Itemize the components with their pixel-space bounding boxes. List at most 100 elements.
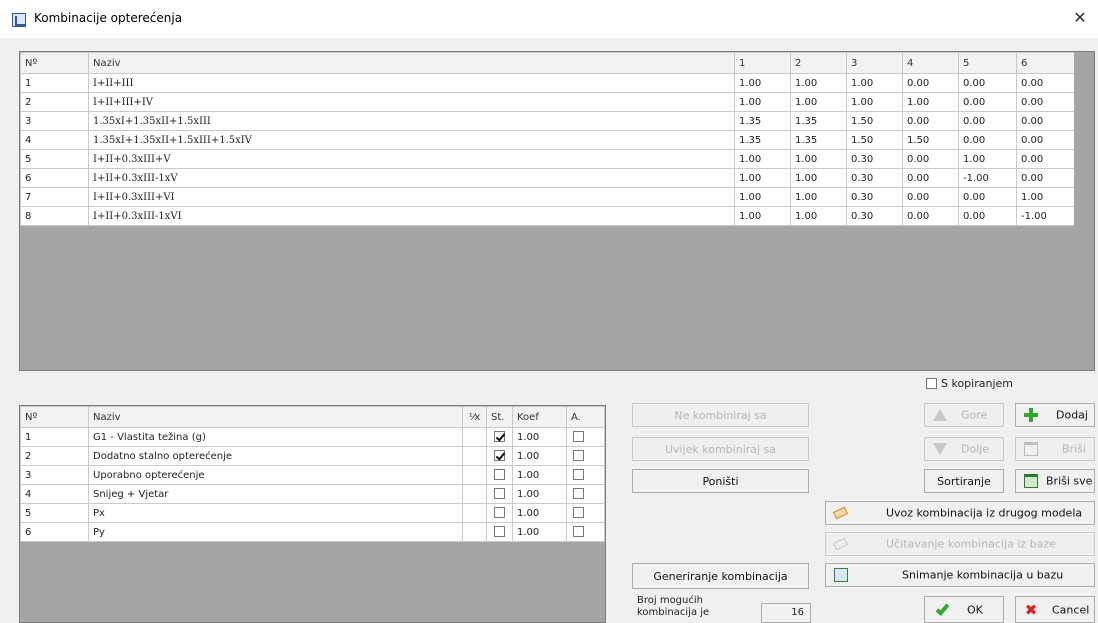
col-header-4[interactable]: 4 xyxy=(902,52,959,74)
table-row[interactable]: 8 I+II+0.3xIII-1xVI 1.00 1.00 0.30 0.00 … xyxy=(20,206,1075,226)
cell-factor[interactable]: 0.00 xyxy=(958,130,1017,150)
cell-a[interactable] xyxy=(566,427,605,447)
cell-koef[interactable]: 1.00 xyxy=(512,465,567,485)
brisi-button[interactable]: Briši xyxy=(1015,437,1095,461)
st-checkbox[interactable] xyxy=(494,450,505,462)
sortiranje-button[interactable]: Sortiranje xyxy=(924,469,1004,493)
table-row[interactable]: 5 I+II+0.3xIII+V 1.00 1.00 0.30 0.00 1.0… xyxy=(20,149,1075,169)
cell-naziv[interactable]: I+II+0.3xIII-1xVI xyxy=(88,206,735,226)
a-checkbox[interactable] xyxy=(573,507,584,519)
col-header-2[interactable]: 2 xyxy=(790,52,847,74)
cell-naziv[interactable]: I+II+III+IV xyxy=(88,92,735,112)
cell-no[interactable]: 1 xyxy=(20,427,89,447)
cell-factor[interactable]: 1.00 xyxy=(846,92,903,112)
cell-st[interactable] xyxy=(486,484,513,504)
cell-percent[interactable] xyxy=(462,427,487,447)
cell-percent[interactable] xyxy=(462,465,487,485)
cell-st[interactable] xyxy=(486,503,513,523)
cell-factor[interactable]: 1.00 xyxy=(790,73,847,93)
cell-naziv[interactable]: Uporabno opterećenje xyxy=(88,465,463,485)
col-header-3[interactable]: 3 xyxy=(846,52,903,74)
cell-factor[interactable]: -1.00 xyxy=(958,168,1017,188)
st-checkbox[interactable] xyxy=(494,507,505,519)
cell-naziv[interactable]: I+II+0.3xIII-1xV xyxy=(88,168,735,188)
cell-factor[interactable]: 0.00 xyxy=(902,168,959,188)
cell-factor[interactable]: 1.35 xyxy=(734,111,791,131)
cell-factor[interactable]: 0.00 xyxy=(1016,111,1075,131)
st-checkbox[interactable] xyxy=(494,526,505,538)
cell-no[interactable]: 3 xyxy=(20,465,89,485)
s-kopiranjem-checkbox[interactable] xyxy=(926,378,937,389)
a-checkbox[interactable] xyxy=(573,431,584,443)
cell-factor[interactable]: 0.00 xyxy=(1016,168,1075,188)
cell-factor[interactable]: 1.00 xyxy=(790,206,847,226)
col-header-5[interactable]: 5 xyxy=(958,52,1017,74)
cell-factor[interactable]: 1.00 xyxy=(790,187,847,207)
dodaj-button[interactable]: Dodaj xyxy=(1015,403,1095,427)
table-row[interactable]: 5 Px 1.00 xyxy=(20,503,605,523)
cell-no[interactable]: 4 xyxy=(20,130,89,150)
table-row[interactable]: 1 I+II+III 1.00 1.00 1.00 0.00 0.00 0.00 xyxy=(20,73,1075,93)
cell-naziv[interactable]: Dodatno stalno opterećenje xyxy=(88,446,463,466)
cell-koef[interactable]: 1.00 xyxy=(512,522,567,542)
cell-a[interactable] xyxy=(566,446,605,466)
cell-factor[interactable]: 0.00 xyxy=(902,149,959,169)
cell-naziv[interactable]: Px xyxy=(88,503,463,523)
cell-factor[interactable]: 1.00 xyxy=(790,149,847,169)
cell-no[interactable]: 5 xyxy=(20,149,89,169)
cell-naziv[interactable]: Py xyxy=(88,522,463,542)
cell-factor[interactable]: 1.00 xyxy=(790,168,847,188)
ucitavanje-kombinacija-button[interactable]: Učitavanje kombinacija iz baze xyxy=(825,532,1095,556)
dolje-button[interactable]: Dolje xyxy=(924,437,1004,461)
table-row[interactable]: 4 1.35xI+1.35xII+1.5xIII+1.5xIV 1.35 1.3… xyxy=(20,130,1075,150)
table-row[interactable]: 2 I+II+III+IV 1.00 1.00 1.00 1.00 0.00 0… xyxy=(20,92,1075,112)
cell-factor[interactable]: 1.00 xyxy=(734,149,791,169)
cell-st[interactable] xyxy=(486,446,513,466)
st-checkbox[interactable] xyxy=(494,431,505,443)
table-row[interactable]: 7 I+II+0.3xIII+VI 1.00 1.00 0.30 0.00 0.… xyxy=(20,187,1075,207)
cell-percent[interactable] xyxy=(462,503,487,523)
col-header-6[interactable]: 6 xyxy=(1016,52,1075,74)
brisi-sve-button[interactable]: Briši sve xyxy=(1015,469,1095,493)
cell-naziv[interactable]: I+II+0.3xIII+V xyxy=(88,149,735,169)
snimanje-kombinacija-button[interactable]: Snimanje kombinacija u bazu xyxy=(825,563,1095,587)
col-header-a[interactable]: A. xyxy=(566,406,605,428)
cell-factor[interactable]: 1.50 xyxy=(846,130,903,150)
cell-a[interactable] xyxy=(566,465,605,485)
cell-factor[interactable]: 1.00 xyxy=(734,73,791,93)
ok-button[interactable]: OK xyxy=(924,596,1004,623)
col-header-koef[interactable]: Koef xyxy=(512,406,567,428)
cell-percent[interactable] xyxy=(462,522,487,542)
cell-factor[interactable]: 1.35 xyxy=(790,130,847,150)
col-header-no[interactable]: Nº xyxy=(20,406,89,428)
cell-no[interactable]: 8 xyxy=(20,206,89,226)
col-header-percent-icon[interactable]: ⅟x xyxy=(462,406,487,428)
ne-kombiniraj-button[interactable]: Ne kombiniraj sa xyxy=(632,403,809,427)
table-row[interactable]: 6 I+II+0.3xIII-1xV 1.00 1.00 0.30 0.00 -… xyxy=(20,168,1075,188)
cell-koef[interactable]: 1.00 xyxy=(512,446,567,466)
cell-no[interactable]: 2 xyxy=(20,92,89,112)
st-checkbox[interactable] xyxy=(494,469,505,481)
cell-naziv[interactable]: 1.35xI+1.35xII+1.5xIII+1.5xIV xyxy=(88,130,735,150)
cell-factor[interactable]: 0.00 xyxy=(902,206,959,226)
cell-factor[interactable]: 0.30 xyxy=(846,149,903,169)
col-header-naziv[interactable]: Naziv xyxy=(88,52,735,74)
cell-factor[interactable]: -1.00 xyxy=(1016,206,1075,226)
cell-factor[interactable]: 1.35 xyxy=(734,130,791,150)
gore-button[interactable]: Gore xyxy=(924,403,1004,427)
cell-factor[interactable]: 0.00 xyxy=(902,111,959,131)
cell-factor[interactable]: 0.00 xyxy=(958,92,1017,112)
cell-factor[interactable]: 1.00 xyxy=(734,187,791,207)
cell-no[interactable]: 6 xyxy=(20,522,89,542)
cell-no[interactable]: 5 xyxy=(20,503,89,523)
cell-factor[interactable]: 0.00 xyxy=(1016,130,1075,150)
cell-factor[interactable]: 0.00 xyxy=(1016,149,1075,169)
cell-factor[interactable]: 1.35 xyxy=(790,111,847,131)
cell-percent[interactable] xyxy=(462,484,487,504)
cell-percent[interactable] xyxy=(462,446,487,466)
cell-st[interactable] xyxy=(486,427,513,447)
cell-koef[interactable]: 1.00 xyxy=(512,427,567,447)
cell-no[interactable]: 4 xyxy=(20,484,89,504)
cell-factor[interactable]: 0.30 xyxy=(846,168,903,188)
cell-a[interactable] xyxy=(566,503,605,523)
